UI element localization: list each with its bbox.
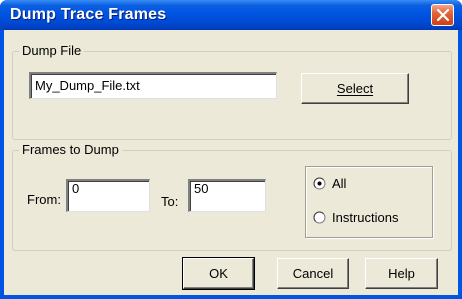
from-input[interactable]: 0	[66, 179, 150, 212]
cancel-button-label: Cancel	[292, 266, 334, 281]
radio-all-label: All	[332, 176, 347, 191]
radio-instructions-label: Instructions	[332, 210, 399, 225]
dump-file-group: Dump File My_Dump_File.txt Select	[12, 43, 452, 140]
ok-button-label: OK	[209, 266, 228, 281]
close-button[interactable]	[431, 4, 454, 26]
help-button-label: Help	[388, 266, 415, 281]
radio-all[interactable]	[313, 177, 326, 190]
frames-to-dump-legend: Frames to Dump	[19, 142, 122, 157]
ok-button[interactable]: OK	[182, 257, 255, 290]
close-icon	[437, 9, 449, 21]
from-label: From:	[27, 192, 61, 207]
title-bar[interactable]: Dump Trace Frames	[0, 0, 462, 30]
frames-to-dump-group: Frames to Dump From: 0 To: 50 All Instru…	[12, 142, 452, 251]
cancel-button[interactable]: Cancel	[277, 258, 349, 289]
scope-radio-group: All Instructions	[305, 166, 433, 238]
dump-file-input[interactable]: My_Dump_File.txt	[29, 72, 277, 99]
help-button[interactable]: Help	[365, 258, 438, 289]
window-bottom-border	[0, 295, 462, 299]
dump-trace-frames-dialog: Dump Trace Frames Dump File My_Dump_File…	[0, 0, 462, 299]
select-button[interactable]: Select	[301, 73, 409, 104]
select-button-label: Select	[336, 81, 374, 96]
dump-file-legend: Dump File	[19, 43, 85, 58]
radio-instructions[interactable]	[313, 211, 326, 224]
to-input[interactable]: 50	[188, 179, 266, 212]
dialog-title: Dump Trace Frames	[10, 6, 167, 23]
dialog-body: Dump File My_Dump_File.txt Select Frames…	[4, 30, 458, 295]
to-label: To:	[161, 194, 179, 209]
